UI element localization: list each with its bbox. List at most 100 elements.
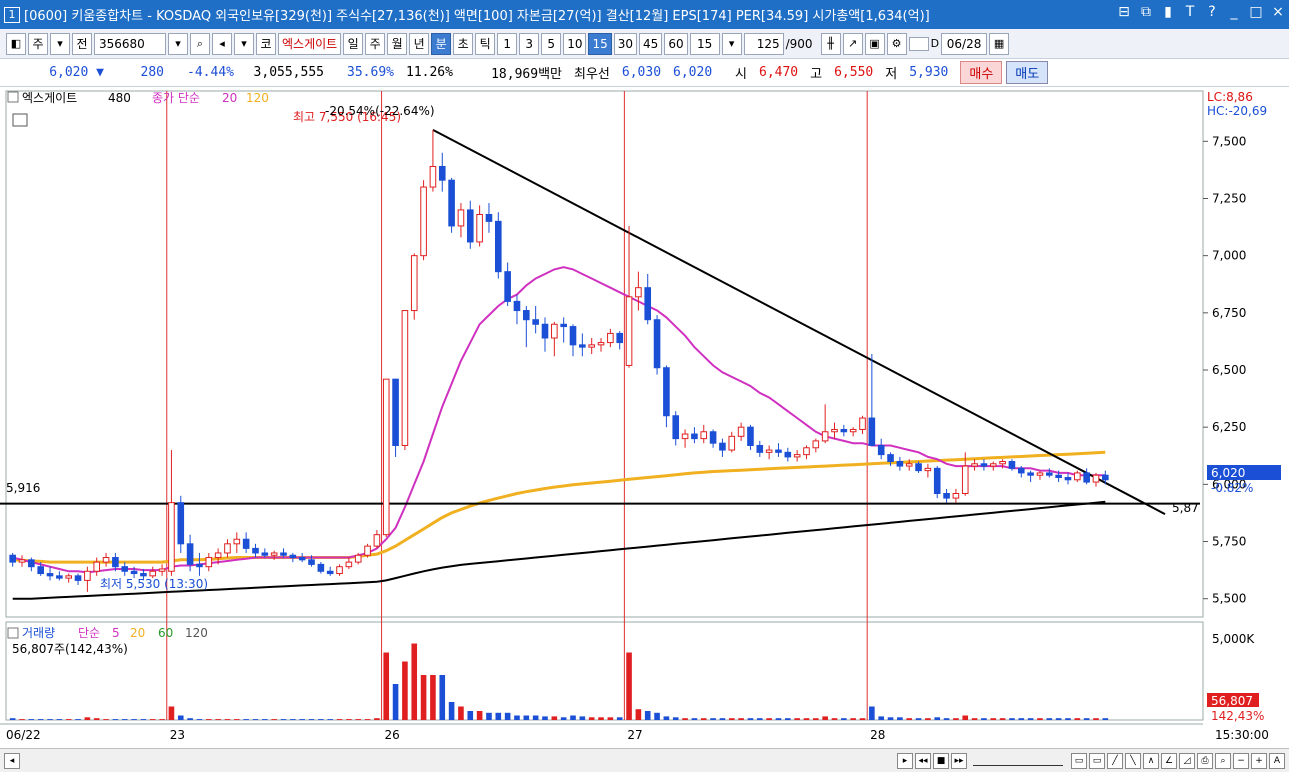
price-chart[interactable]: 5,5005,7506,0006,2506,5006,7507,0007,250… (0, 87, 1289, 748)
volume-bar (308, 719, 315, 720)
volume-bar (897, 717, 903, 720)
volume-bar (1102, 718, 1109, 720)
draw-d-icon[interactable]: ∠ (1161, 752, 1177, 769)
stock-code-input[interactable]: 356680 (94, 32, 166, 55)
gear-icon[interactable]: ⚙ (886, 32, 907, 55)
candle-body (803, 447, 810, 456)
volume-bar (149, 719, 156, 720)
save-icon[interactable]: ▣ (864, 32, 885, 55)
interval-week[interactable]: 주 (365, 32, 386, 55)
chart-toolbar: ◧ 주 ▾ 전 356680 ▾ ⌕ ◂ ▾ 코 엑스게이트 일 주 월 년 분… (0, 29, 1289, 59)
dock-icon[interactable]: ⊟ (1117, 4, 1131, 20)
interval-minute[interactable]: 분 (431, 32, 452, 55)
volume-bar (766, 718, 772, 720)
minute-3[interactable]: 3 (519, 32, 540, 55)
candle-body (410, 255, 418, 312)
volume-bar (65, 719, 72, 720)
volume-bar (943, 718, 950, 720)
minute-15[interactable]: 15 (588, 32, 612, 55)
zoom-slider[interactable] (973, 756, 1063, 766)
interval-day[interactable]: 일 (343, 32, 364, 55)
volume-bar (476, 711, 483, 720)
scroll-left-icon[interactable]: ◂ (4, 752, 20, 769)
candle-body (1027, 472, 1034, 476)
play-left-icon[interactable]: ▸ (897, 752, 913, 769)
minute-5[interactable]: 5 (541, 32, 562, 55)
date-input[interactable]: 06/28 (941, 32, 988, 55)
interval-month[interactable]: 월 (387, 32, 408, 55)
ratio-1: 35.69% (347, 65, 394, 80)
market-button[interactable]: 코 (256, 32, 276, 55)
candle-body (9, 554, 16, 563)
minute-45[interactable]: 45 (639, 32, 663, 55)
minute-30[interactable]: 30 (613, 32, 638, 55)
layout-b-icon[interactable]: ▭ (1089, 752, 1105, 769)
minute-select[interactable]: 15 (689, 32, 720, 55)
minute-1[interactable]: 1 (497, 32, 518, 55)
candle-body (737, 426, 745, 437)
candle-body (859, 417, 866, 430)
layout-icon[interactable]: ◧ (6, 32, 26, 55)
zoom-icon[interactable]: ⌕ (1215, 752, 1231, 769)
candle-body (56, 575, 63, 579)
layout-a-icon[interactable]: ▭ (1071, 752, 1087, 769)
speaker-icon[interactable]: ◂ (212, 32, 232, 55)
candle-body (74, 575, 82, 581)
forward-icon[interactable]: ▸▸ (951, 752, 967, 769)
minimize-icon[interactable]: _ (1227, 4, 1241, 20)
window-number[interactable]: 1 (4, 6, 20, 23)
sell-button[interactable]: 매도 (1006, 61, 1049, 84)
candle-icon[interactable]: ╫ (820, 32, 841, 55)
candle-body (186, 543, 194, 565)
minute-10[interactable]: 10 (563, 32, 587, 55)
candle-body (1064, 476, 1072, 481)
chevron-down-icon[interactable]: ▾ (721, 32, 742, 55)
table-icon[interactable] (12, 113, 28, 127)
restore-icon[interactable]: ⧉ (1139, 4, 1153, 20)
pin-icon[interactable]: ▮ (1161, 4, 1175, 20)
close-icon[interactable]: × (1271, 4, 1285, 20)
volume-legend-ma-b: 20 (130, 626, 145, 640)
volume-bar (756, 718, 763, 720)
chevron-down-icon[interactable]: ▾ (50, 32, 70, 55)
volume-bar (19, 719, 25, 720)
candle-body (448, 179, 455, 227)
interval-tick[interactable]: 틱 (475, 32, 496, 55)
rewind-icon[interactable]: ◂◂ (915, 752, 931, 769)
draw-b-icon[interactable]: ╲ (1125, 752, 1141, 769)
help-icon[interactable]: ? (1205, 4, 1219, 20)
candle-body (728, 435, 736, 451)
candle-body (308, 559, 315, 565)
calendar-icon[interactable]: ▦ (989, 32, 1010, 55)
minute-60[interactable]: 60 (664, 32, 688, 55)
search-icon[interactable]: ⌕ (190, 32, 210, 55)
draw-a-icon[interactable]: ╱ (1107, 752, 1123, 769)
chevron-down-icon[interactable]: ▾ (234, 32, 254, 55)
line-tool-icon[interactable]: ↗ (842, 32, 863, 55)
minus-icon[interactable]: − (1233, 752, 1249, 769)
plus-icon[interactable]: + (1251, 752, 1267, 769)
font-icon[interactable]: T (1183, 4, 1197, 20)
maximize-icon[interactable]: □ (1249, 4, 1263, 20)
draw-e-icon[interactable]: ◿ (1179, 752, 1195, 769)
stock-name-field[interactable]: 엑스게이트 (278, 32, 342, 55)
legend-count: 480 (108, 91, 131, 105)
print-icon[interactable]: ⎙ (1197, 752, 1213, 769)
interval-year[interactable]: 년 (409, 32, 430, 55)
volume-bar (28, 719, 35, 720)
volume-bar (168, 706, 175, 720)
chevron-down-icon[interactable]: ▾ (168, 32, 188, 55)
candle-body (242, 538, 250, 549)
period-main-select[interactable]: 주 (28, 32, 48, 55)
jeon-button[interactable]: 전 (72, 32, 92, 55)
interval-second[interactable]: 초 (453, 32, 474, 55)
text-icon[interactable]: A (1269, 752, 1285, 769)
date-checkbox[interactable] (908, 36, 929, 51)
candle-body (924, 467, 932, 472)
stop-icon[interactable]: ■ (933, 752, 949, 769)
count-input[interactable]: 125 (743, 32, 784, 55)
chart-background (0, 87, 1289, 748)
buy-button[interactable]: 매수 (960, 61, 1003, 84)
draw-c-icon[interactable]: ∧ (1143, 752, 1159, 769)
legend-ma-label: 종가 단순 (152, 91, 200, 105)
